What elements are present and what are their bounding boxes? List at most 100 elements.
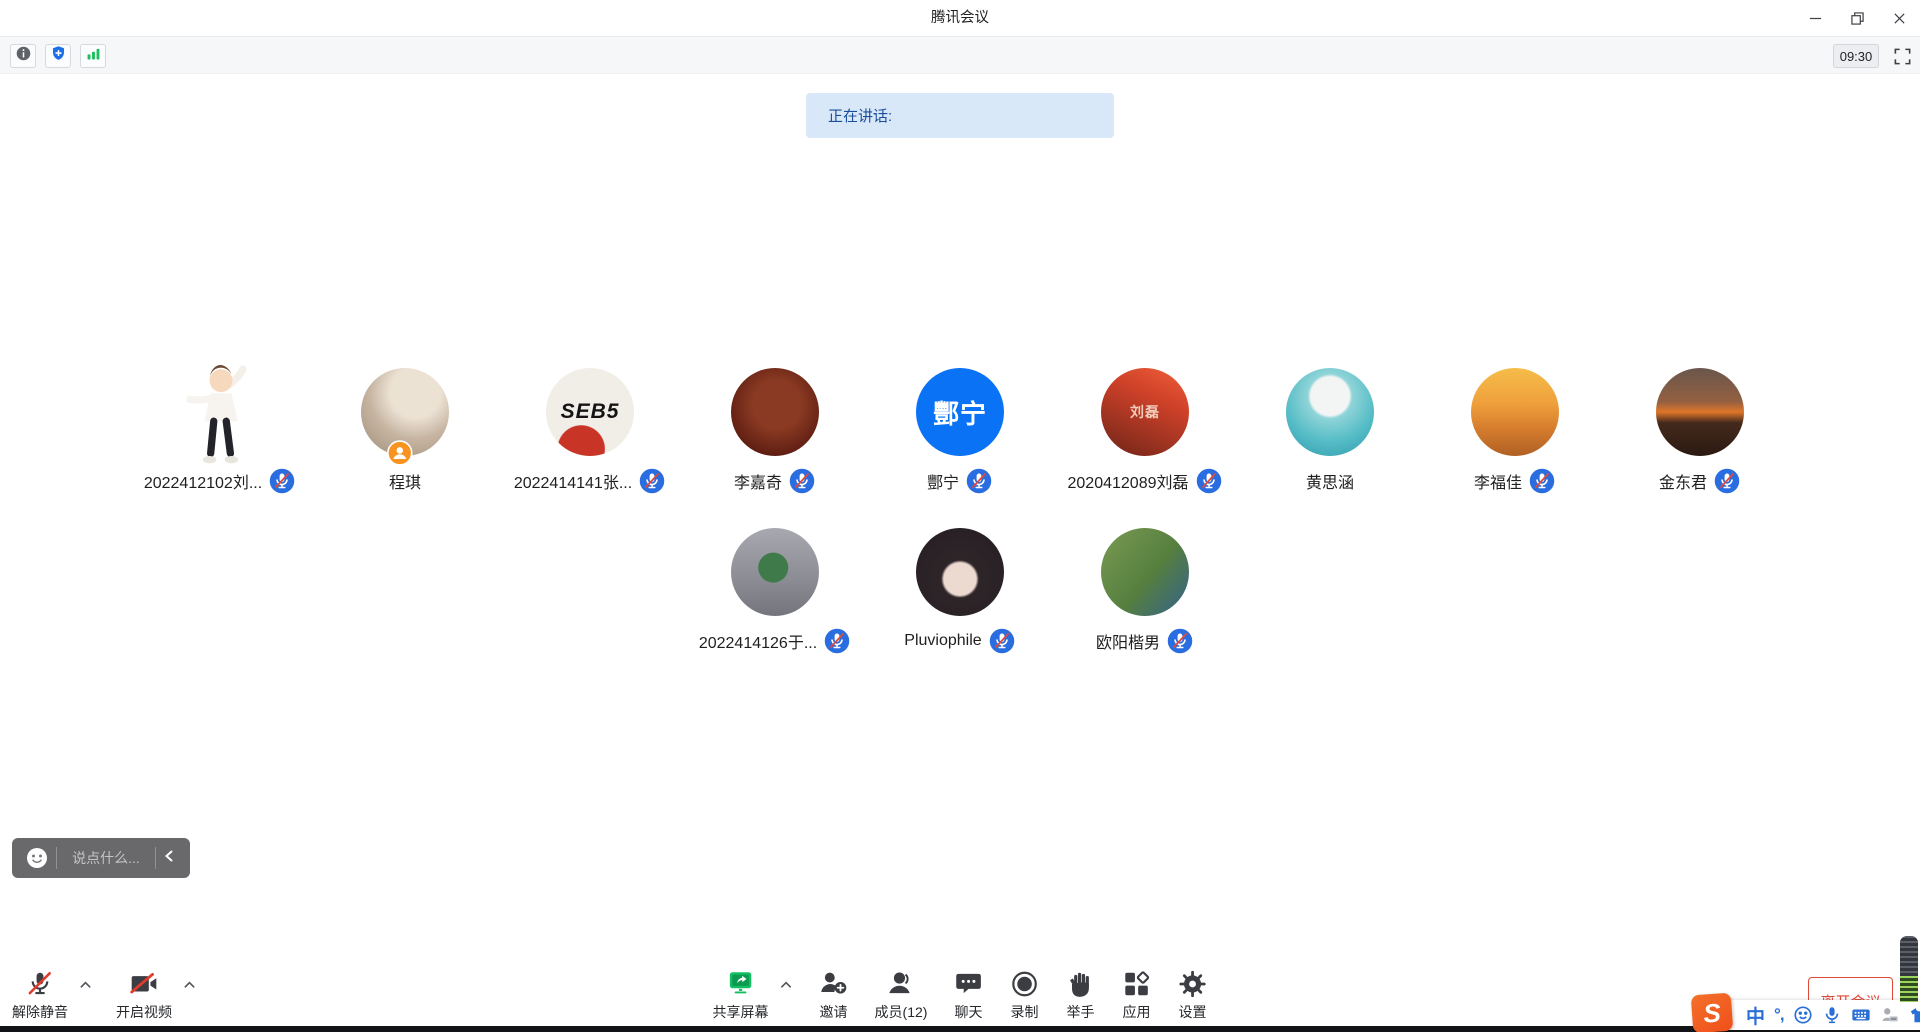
toolbar-item-body[interactable]: 应用 [1121, 969, 1151, 1022]
avatar-image [1286, 368, 1374, 456]
minimize-button[interactable] [1794, 0, 1836, 36]
profile-icon[interactable] [1880, 1005, 1900, 1025]
toolbar-item-body[interactable]: 共享屏幕 [713, 969, 769, 1022]
participant-tile[interactable]: 欧阳楷男 [1053, 528, 1238, 656]
mic-muted-icon [268, 467, 296, 495]
chat-input-placeholder[interactable]: 说点什么... [57, 848, 155, 868]
mic-muted-icon [1166, 627, 1194, 655]
avatar-text: 刘磊 [1130, 402, 1160, 422]
participant-tile[interactable]: 2022414126于... [683, 528, 868, 656]
toolbar-item-mic-off[interactable]: 解除静音 [12, 969, 92, 1022]
toolbar-item-body[interactable]: 设置 [1177, 969, 1207, 1022]
participant-name: 欧阳楷男 [1096, 629, 1160, 653]
participant-tile[interactable]: 刘磊 2020412089刘磊 [1053, 368, 1238, 496]
toolbar-item-hand[interactable]: 举手 [1065, 969, 1095, 1022]
participant-name: 2022414126于... [699, 629, 817, 653]
toolbar-item-body[interactable]: 成员(12) [875, 969, 928, 1022]
avatar-image [731, 368, 819, 456]
skin-icon[interactable] [1909, 1005, 1920, 1025]
participant-tile[interactable]: Pluviophile [868, 528, 1053, 656]
settings-icon [1177, 969, 1207, 999]
toolbar-item-settings[interactable]: 设置 [1177, 969, 1207, 1022]
chevron-up-icon[interactable] [79, 978, 92, 991]
speaking-banner-text: 正在讲话: [828, 105, 892, 126]
info-icon [15, 45, 32, 67]
chevron-up-icon[interactable] [183, 978, 196, 991]
mic-muted-icon [1528, 467, 1556, 495]
toolbar-item-members[interactable]: 成员(12) [875, 969, 928, 1022]
mic-muted-icon [823, 627, 851, 655]
chat-icon [953, 969, 983, 999]
participant-tile[interactable]: SEB52022414141张... [498, 368, 683, 496]
meeting-info-button[interactable] [10, 44, 36, 68]
toolbar-item-label: 举手 [1066, 1002, 1094, 1022]
participant-name-row: 2022414126于... [699, 626, 851, 656]
avatar-image [731, 528, 819, 616]
toolbar-item-body[interactable]: 聊天 [953, 969, 983, 1022]
network-status-button[interactable] [80, 44, 106, 68]
participants-row-2: 2022414126于... Pluviophile 欧阳楷男 [0, 528, 1920, 656]
participant-avatar [1101, 528, 1189, 620]
voice-input-icon[interactable] [1822, 1005, 1842, 1025]
emoji-icon[interactable] [1793, 1005, 1813, 1025]
chevron-up-icon[interactable] [780, 978, 793, 991]
emoji-smiley-icon[interactable] [24, 845, 50, 871]
mic-muted-icon [638, 467, 666, 495]
quick-chat-bar[interactable]: 说点什么... [12, 838, 190, 878]
host-badge-icon [387, 440, 413, 466]
participant-name-row: 欧阳楷男 [1096, 626, 1194, 656]
participant-name-row: 金东君 [1659, 466, 1741, 496]
participant-tile[interactable]: 酆宁酆宁 [868, 368, 1053, 496]
ime-language-toggle[interactable]: 中 [1746, 1002, 1765, 1029]
participant-name-row: 程琪 [389, 466, 421, 496]
toolbar-item-chat[interactable]: 聊天 [953, 969, 983, 1022]
toolbar-item-body[interactable]: 解除静音 [12, 969, 68, 1022]
participant-avatar: SEB5 [546, 368, 634, 460]
toolbar-item-body[interactable]: 举手 [1065, 969, 1095, 1022]
participant-tile[interactable]: 金东君 [1608, 368, 1793, 496]
participant-avatar [170, 368, 270, 460]
participant-tile[interactable]: 李福佳 [1423, 368, 1608, 496]
meeting-protect-button[interactable] [45, 44, 71, 68]
participant-name: 2020412089刘磊 [1068, 469, 1189, 493]
participant-tile[interactable]: 李嘉奇 [683, 368, 868, 496]
avatar-text: SEB5 [561, 400, 620, 424]
avatar-image [1471, 368, 1559, 456]
toolbar-item-share-screen[interactable]: 共享屏幕 [713, 969, 793, 1022]
participant-tile[interactable]: 黄思涵 [1238, 368, 1423, 496]
participants-grid: 2022412102刘... 程琪 SEB52022414141张... 李嘉奇 酆宁酆… [0, 368, 1920, 656]
restore-button[interactable] [1836, 0, 1878, 36]
network-signal-icon [85, 45, 102, 67]
members-icon [886, 969, 916, 999]
toolbar-item-body[interactable]: 录制 [1009, 969, 1039, 1022]
participant-avatar: 刘磊 [1101, 368, 1189, 460]
toolbar-item-invite[interactable]: 邀请 [819, 969, 849, 1022]
participant-name-row: 李嘉奇 [734, 466, 816, 496]
participant-name: 金东君 [1659, 469, 1707, 493]
toolbar-item-body[interactable]: 邀请 [819, 969, 849, 1022]
record-icon [1009, 969, 1039, 999]
close-button[interactable] [1878, 0, 1920, 36]
participant-tile[interactable]: 2022412102刘... [128, 368, 313, 496]
toolbar-item-record[interactable]: 录制 [1009, 969, 1039, 1022]
participant-name-row: 李福佳 [1474, 466, 1556, 496]
toolbar-item-apps[interactable]: 应用 [1121, 969, 1151, 1022]
taskbar-edge [0, 1026, 1920, 1032]
chevron-left-icon [162, 849, 176, 868]
toolbar-item-label: 开启视频 [116, 1002, 172, 1022]
meeting-duration: 09:30 [1833, 44, 1879, 68]
sogou-logo-icon[interactable]: S [1691, 993, 1734, 1032]
fullscreen-icon [1893, 47, 1912, 66]
toolbar-item-cam-off[interactable]: 开启视频 [116, 969, 196, 1022]
ime-punctuation-toggle[interactable]: °, [1774, 1005, 1784, 1025]
avatar-image: 刘磊 [1101, 368, 1189, 456]
fullscreen-button[interactable] [1893, 47, 1912, 66]
keyboard-icon[interactable] [1851, 1005, 1871, 1025]
mic-muted-icon [1713, 467, 1741, 495]
speaking-banner: 正在讲话: [806, 93, 1114, 138]
participant-tile[interactable]: 程琪 [313, 368, 498, 496]
volume-meter-widget [1900, 936, 1918, 1002]
toolbar-item-body[interactable]: 开启视频 [116, 969, 172, 1022]
chat-collapse-button[interactable] [156, 849, 182, 868]
tencent-meeting-window: 腾讯会议 [0, 0, 1920, 1032]
